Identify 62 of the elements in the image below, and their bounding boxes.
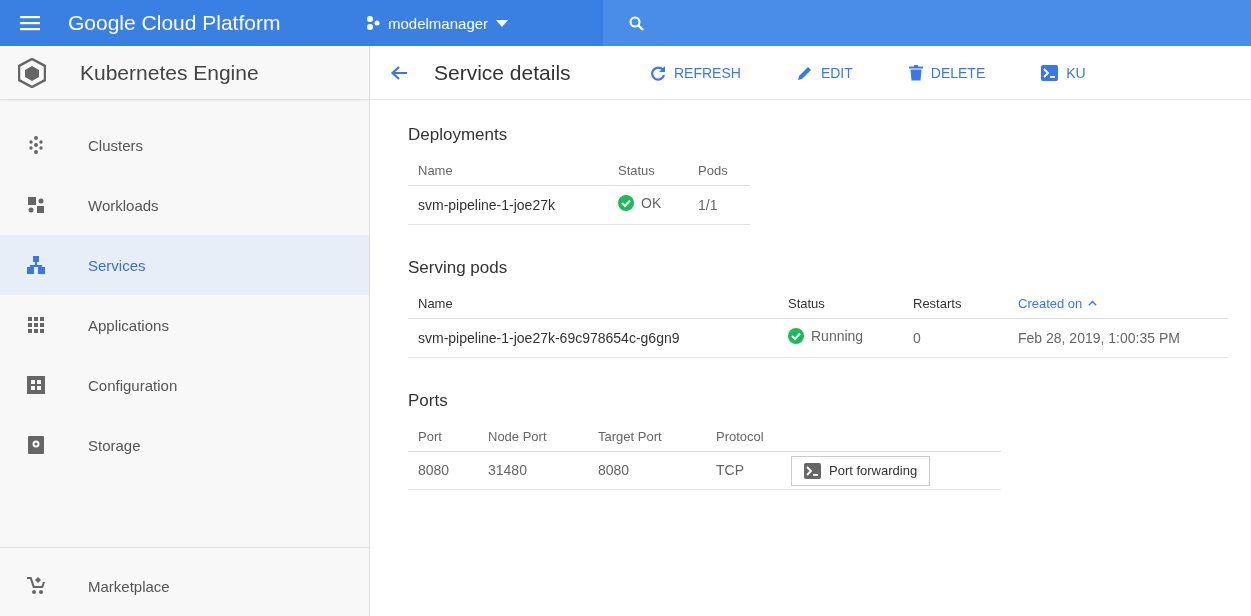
hierarchy-icon	[26, 255, 46, 275]
table-cell: svm-pipeline-1-joe27k	[408, 185, 608, 225]
grid-icon	[26, 375, 46, 395]
dots-cluster-icon	[26, 135, 46, 155]
caret-icon	[496, 19, 509, 27]
column-header: Name	[408, 288, 778, 319]
column-header: Protocol	[706, 421, 781, 452]
column-header: Pods	[688, 155, 750, 186]
sort-caret-icon	[1088, 300, 1098, 306]
nav-item[interactable]: Marketplace	[0, 556, 369, 616]
section-title: Ports	[408, 391, 449, 411]
project-selector[interactable]: modelmanager	[366, 14, 556, 32]
menu-icon[interactable]	[20, 15, 40, 31]
table-cell: 31480	[478, 451, 588, 490]
nav-item[interactable]: Configuration	[0, 355, 369, 415]
column-header: Status	[778, 288, 903, 319]
pencil-icon	[796, 64, 813, 81]
nav-item[interactable]: Clusters	[0, 115, 369, 175]
nav-item[interactable]: Storage	[0, 415, 369, 475]
status-text: Running	[811, 328, 864, 344]
blocks-icon	[26, 195, 46, 215]
nav-item[interactable]: Services	[0, 235, 369, 295]
table-cell: svm-pipeline-1-joe27k-69c978654c-g6gn9	[408, 318, 778, 358]
toolbar-button[interactable]: DELETE	[902, 60, 992, 85]
dots-icon	[366, 16, 380, 30]
table-cell: 8080	[408, 451, 478, 490]
hexagon-logo-icon	[18, 57, 46, 88]
search-icon	[629, 15, 644, 31]
table-cell: Feb 28, 2019, 1:00:35 PM	[1008, 318, 1228, 358]
toolbar-button[interactable]: KU	[1035, 60, 1092, 85]
table-cell: 1/1	[688, 185, 750, 225]
column-header: Status	[608, 155, 688, 186]
table-cell: 0	[903, 318, 1008, 358]
port-forwarding-button[interactable]: Port forwarding	[791, 455, 931, 486]
terminal-icon	[1041, 64, 1059, 81]
product-title: Kubernetes Engine	[80, 60, 259, 85]
column-header: Name	[408, 155, 608, 186]
column-header: Restarts	[903, 288, 1008, 319]
table-cell: 8080	[588, 451, 706, 490]
check-icon	[618, 195, 634, 211]
column-header: Node Port	[478, 421, 588, 452]
nav-item[interactable]: Workloads	[0, 175, 369, 235]
page-title: Service details	[434, 60, 572, 85]
column-header: Port	[408, 421, 478, 452]
cart-icon	[26, 576, 46, 596]
table-cell: TCP	[706, 451, 781, 490]
column-header: Target Port	[588, 421, 706, 452]
app-title: Google Cloud Platform	[68, 11, 282, 35]
column-header[interactable]: Created on	[1008, 288, 1228, 319]
terminal-icon	[804, 462, 821, 479]
status-text: OK	[641, 195, 662, 211]
section-title: Deployments	[408, 125, 509, 145]
search-field[interactable]	[603, 0, 1251, 46]
grid-icon	[26, 315, 46, 335]
refresh-icon	[650, 64, 666, 81]
check-icon	[788, 328, 804, 344]
back-arrow-icon[interactable]	[390, 64, 408, 81]
nav-item[interactable]: Applications	[0, 295, 369, 355]
toolbar-button[interactable]: EDIT	[790, 60, 859, 85]
section-title: Serving pods	[408, 258, 509, 278]
toolbar-button[interactable]: REFRESH	[644, 60, 747, 85]
trash-icon	[908, 64, 923, 81]
